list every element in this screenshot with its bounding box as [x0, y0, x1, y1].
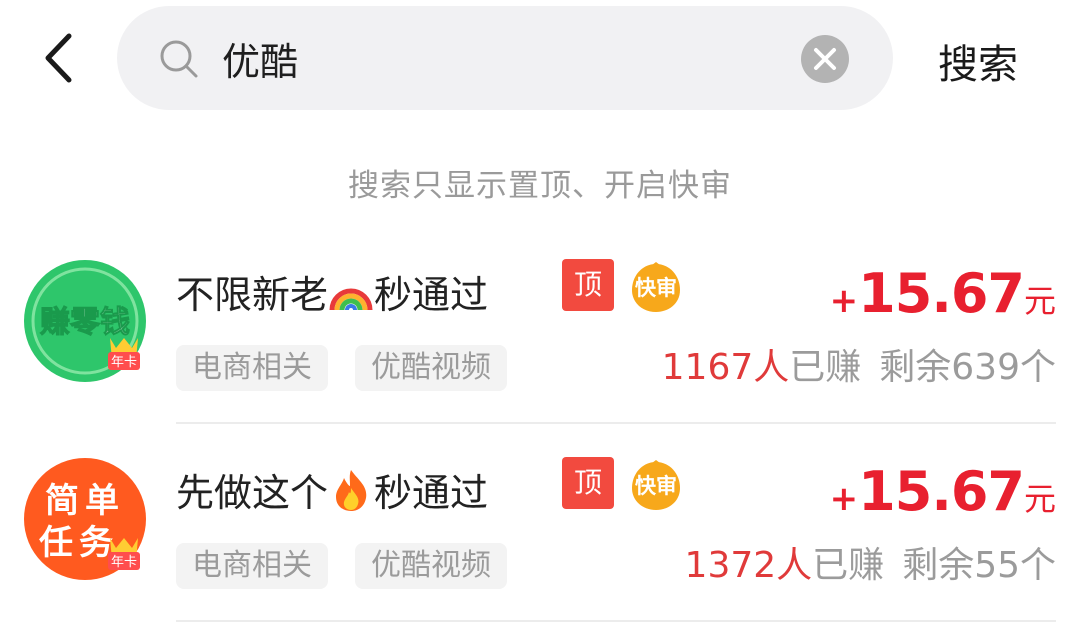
- platform-tag: 优酷视频: [355, 543, 507, 589]
- fast-review-badge: 快审: [630, 262, 682, 314]
- avatar-badge: 年卡: [111, 555, 137, 570]
- search-box[interactable]: [117, 6, 893, 110]
- fire-emoji-icon: [328, 468, 374, 512]
- avatar-text: 赚零钱: [40, 305, 130, 340]
- rainbow-emoji-icon: [328, 270, 374, 314]
- search-icon: [160, 40, 198, 78]
- reward-amount: +15.67元: [829, 262, 1056, 325]
- avatar-text-line1: 简单: [45, 481, 125, 521]
- close-icon: [814, 48, 836, 70]
- search-input[interactable]: [222, 32, 782, 84]
- earned-count: 1372人: [684, 545, 813, 586]
- chevron-left-icon: [45, 33, 72, 83]
- task-item[interactable]: 简单 任务 年卡 先做这个 秒通过 顶 快审 +15.67元 电商相关 优酷视频…: [0, 430, 1080, 622]
- category-tag: 电商相关: [176, 345, 328, 391]
- task-item[interactable]: 赚零钱 年卡 不限新老 秒通过 顶 快审 +15.67元 电商相关 优酷视频 1…: [0, 232, 1080, 424]
- top-badge: 顶: [562, 259, 614, 311]
- reward-amount: +15.67元: [829, 460, 1056, 523]
- category-tag: 电商相关: [176, 543, 328, 589]
- task-avatar: 简单 任务 年卡: [24, 458, 146, 580]
- top-badge: 顶: [562, 457, 614, 509]
- task-stats: 1167人已赚 剩余639个: [661, 347, 1056, 388]
- divider: [176, 620, 1056, 622]
- remaining-count: 剩余55个: [902, 545, 1056, 586]
- task-stats: 1372人已赚 剩余55个: [684, 545, 1056, 586]
- avatar-badge: 年卡: [111, 355, 137, 370]
- task-title: 先做这个 秒通过: [176, 462, 488, 517]
- search-button[interactable]: 搜索: [938, 32, 1018, 90]
- task-avatar: 赚零钱 年卡: [24, 260, 146, 382]
- remaining-count: 剩余639个: [879, 347, 1056, 388]
- divider: [176, 422, 1056, 424]
- search-notice: 搜索只显示置顶、开启快审: [348, 168, 732, 204]
- earned-count: 1167人: [661, 347, 790, 388]
- back-button[interactable]: [36, 28, 86, 88]
- fast-review-badge: 快审: [630, 460, 682, 512]
- platform-tag: 优酷视频: [355, 345, 507, 391]
- task-title: 不限新老 秒通过: [176, 264, 488, 319]
- avatar-text-line2: 任务: [39, 523, 119, 563]
- search-header: 搜索: [0, 0, 1080, 115]
- clear-button[interactable]: [801, 35, 849, 83]
